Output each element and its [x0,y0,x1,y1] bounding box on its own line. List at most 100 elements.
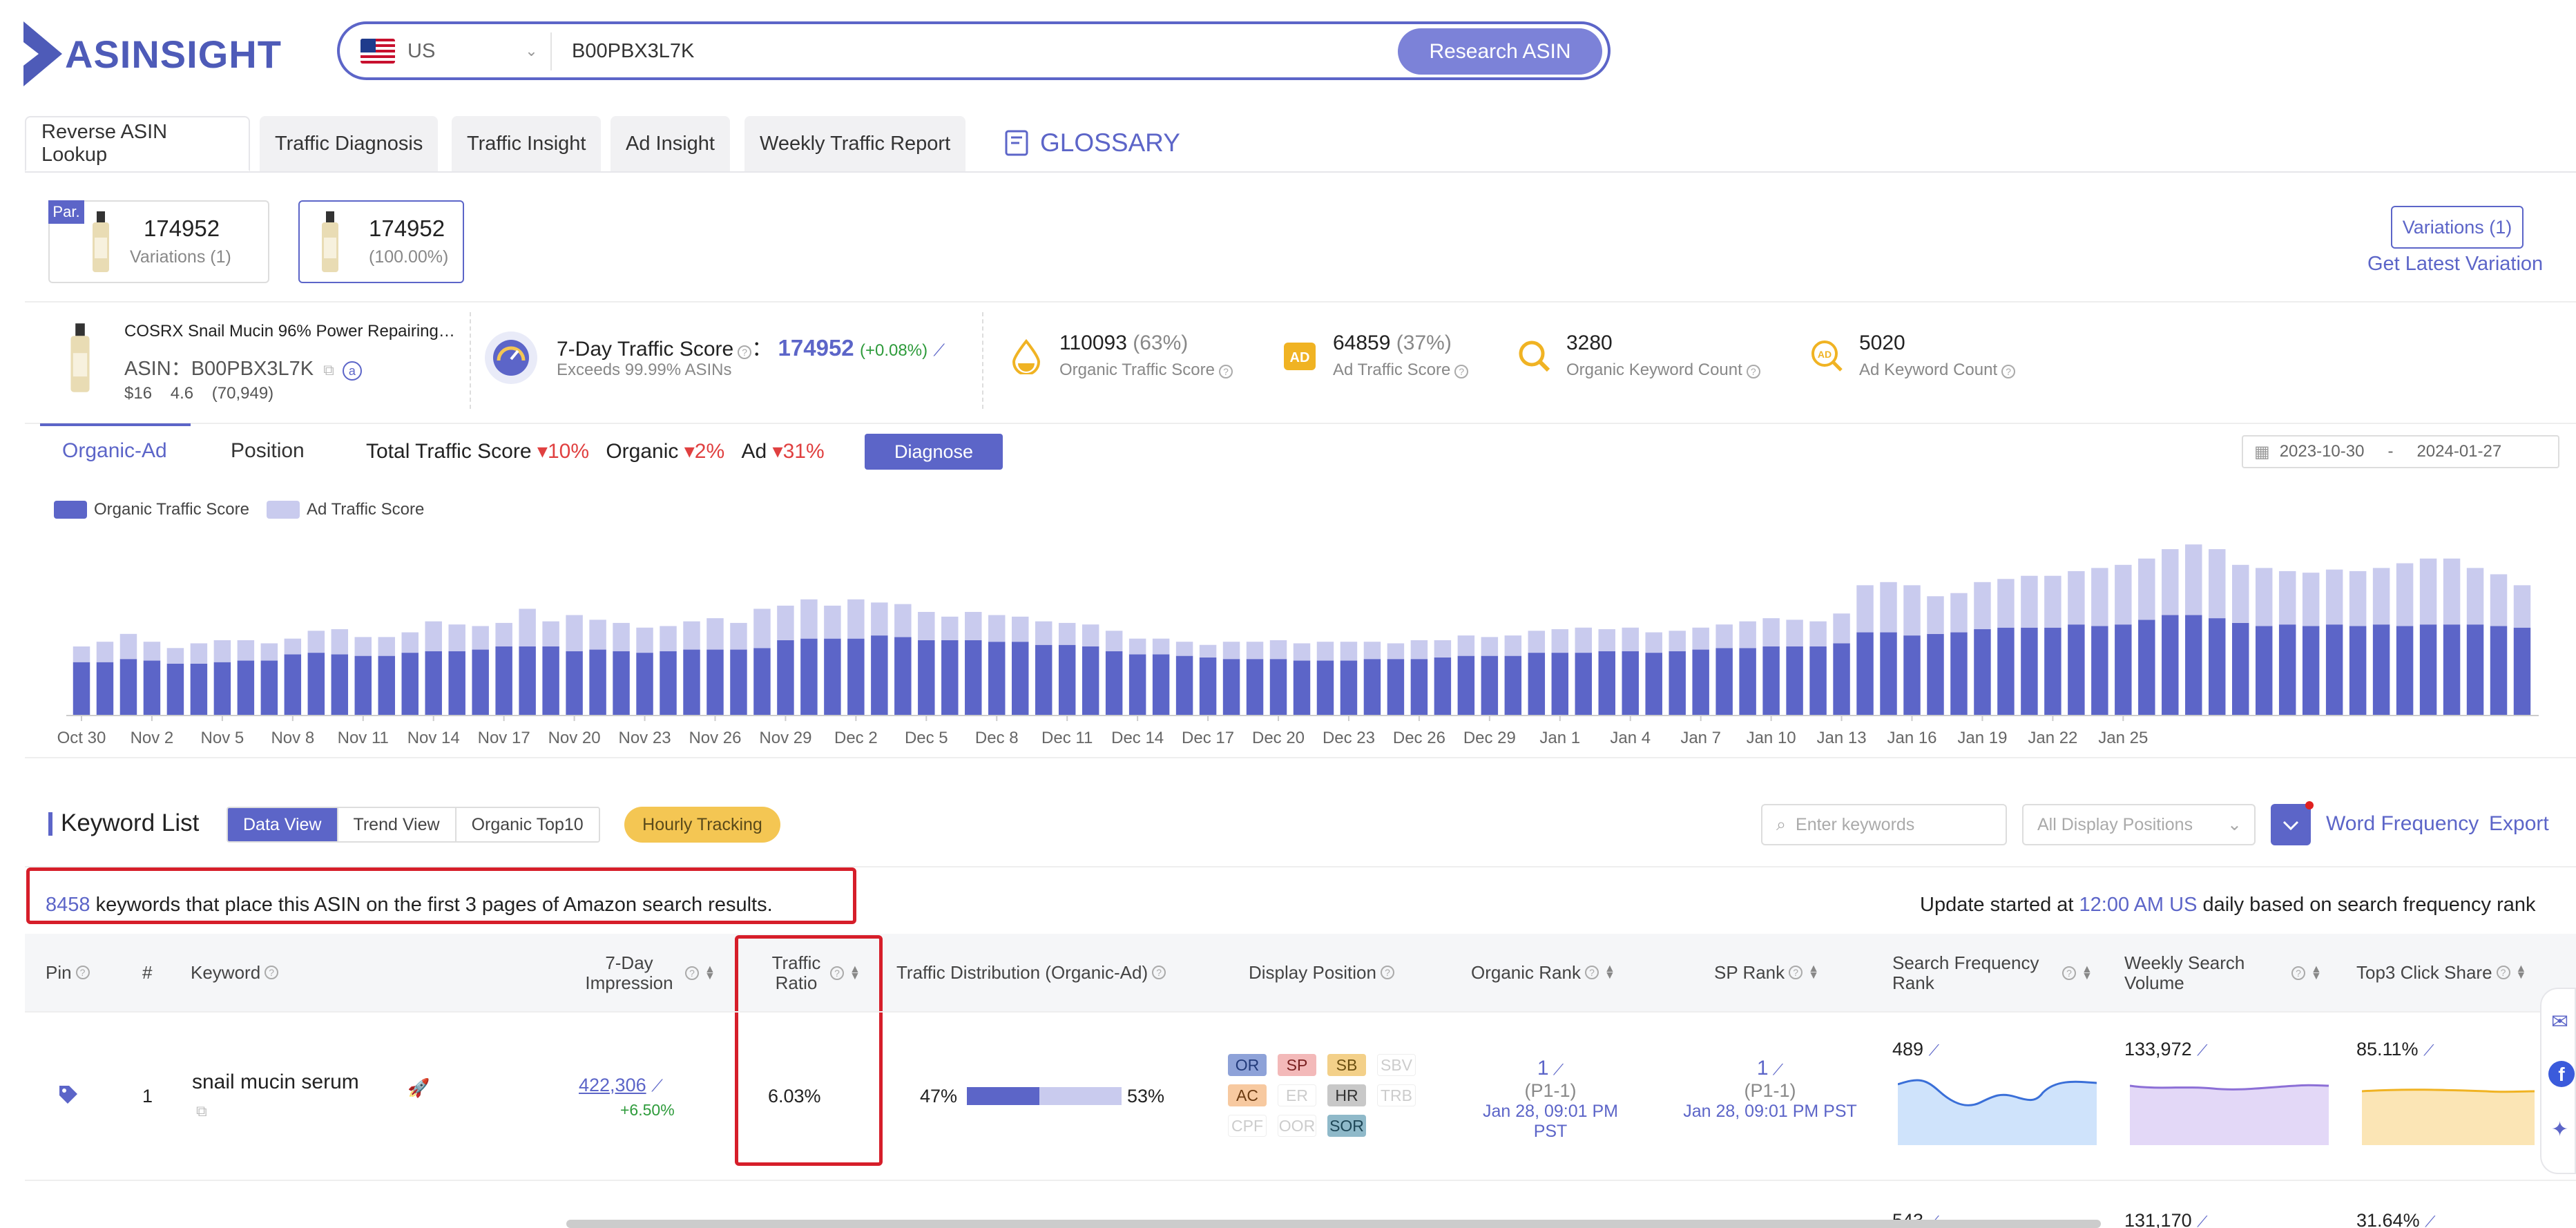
bar-ad[interactable] [1715,624,1733,649]
bar-ad[interactable] [213,640,231,662]
bar-organic[interactable] [1246,659,1264,716]
bar-organic[interactable] [2068,624,2085,716]
bar-organic[interactable] [425,651,442,716]
bar-organic[interactable] [2372,624,2390,716]
bar-organic[interactable] [1340,660,1358,716]
bar-ad[interactable] [1880,582,1897,633]
bar-ad[interactable] [425,621,442,651]
bar-organic[interactable] [1645,653,1662,716]
bar-ad[interactable] [2443,558,2461,625]
bar-ad[interactable] [847,599,865,639]
bar-ad[interactable] [2209,549,2226,619]
bar-ad[interactable] [448,624,465,651]
bar-organic[interactable] [1269,659,1287,716]
bar-organic[interactable] [2513,627,2531,716]
bar-ad[interactable] [2490,574,2508,626]
bar-organic[interactable] [941,640,959,716]
help-icon[interactable]: ? [1380,966,1394,980]
bar-ad[interactable] [1246,642,1264,660]
bar-ad[interactable] [1269,640,1287,660]
sort-icon[interactable]: ▲ ▼ [704,963,715,981]
bar-organic[interactable] [2278,624,2296,716]
bar-organic[interactable] [1880,632,1897,716]
bar-organic[interactable] [824,638,841,716]
bar-ad[interactable] [542,621,559,646]
bar-organic[interactable] [401,653,419,716]
bar-ad[interactable] [918,612,935,640]
bar-organic[interactable] [2255,626,2273,716]
bar-ad[interactable] [1504,635,1522,656]
bar-ad[interactable] [777,605,794,640]
bar-ad[interactable] [284,638,302,655]
word-frequency-link[interactable]: Word Frequency [2326,812,2479,836]
bar-ad[interactable] [636,627,653,653]
bar-ad[interactable] [237,640,255,661]
bar-ad[interactable] [894,604,912,637]
sort-icon[interactable]: ▲ ▼ [1808,963,1819,981]
bar-ad[interactable] [2115,564,2132,625]
bar-ad[interactable] [1293,643,1311,661]
bar-organic[interactable] [1504,655,1522,716]
bar-ad[interactable] [96,642,114,662]
help-icon[interactable]: ? [1789,966,1803,980]
bar-ad[interactable] [1058,622,1076,645]
bar-organic[interactable] [354,655,372,716]
trend-chart-icon[interactable]: ⟋ [2423,1042,2434,1059]
bar-ad[interactable] [1645,632,1662,653]
bar-organic[interactable] [1692,649,1709,716]
impression-value[interactable]: 422,306 [579,1075,646,1095]
bar-organic[interactable] [284,654,302,716]
tab-reverse-asin-lookup[interactable]: Reverse ASIN Lookup [25,116,250,171]
col-sp-rank[interactable]: SP Rank? ▲ ▼ [1714,963,1819,983]
bar-ad[interactable] [2138,558,2155,620]
bar-ad[interactable] [730,622,747,650]
bar-ad[interactable] [1105,631,1123,651]
bar-organic[interactable] [800,638,818,716]
organic-top10-button[interactable]: Organic Top10 [456,808,599,841]
variations-button[interactable]: Variations (1) [2391,206,2524,249]
bar-ad[interactable] [1598,629,1615,651]
bar-ad[interactable] [1551,629,1569,653]
bar-organic[interactable] [1481,655,1499,716]
bar-organic[interactable] [73,662,90,716]
bar-organic[interactable] [1715,648,1733,716]
bar-organic[interactable] [307,653,325,716]
bar-organic[interactable] [589,649,606,716]
bar-organic[interactable] [1128,654,1146,716]
facebook-icon[interactable]: f [2548,1061,2575,1087]
bar-ad[interactable] [1222,642,1240,660]
bar-organic[interactable] [96,662,114,716]
bar-ad[interactable] [354,637,372,656]
help-icon[interactable]: ? [1152,966,1166,980]
bar-ad[interactable] [166,648,184,664]
bar-organic[interactable] [448,651,465,716]
sort-icon[interactable]: ▲ ▼ [2311,963,2322,981]
child-variation-card[interactable]: 174952 (100.00%) [298,200,464,283]
asin-input[interactable] [572,37,1366,66]
bar-ad[interactable] [2021,575,2038,628]
bar-organic[interactable] [237,660,255,716]
bar-organic[interactable] [1598,651,1615,716]
help-icon[interactable]: ? [1218,365,1233,378]
bar-organic[interactable] [1856,632,1874,716]
bar-organic[interactable] [2209,618,2226,716]
mail-icon[interactable]: ✉ [2551,1010,2568,1034]
bar-ad[interactable] [2325,569,2343,625]
bar-organic[interactable] [213,662,231,716]
trend-view-button[interactable]: Trend View [338,808,456,841]
get-latest-variation-link[interactable]: Get Latest Variation [2367,253,2543,276]
bar-ad[interactable] [1739,621,1756,649]
bar-organic[interactable] [1011,642,1029,716]
help-icon[interactable]: ? [1584,966,1599,980]
help-icon[interactable]: ? [685,966,699,980]
col-weekly-search-volume[interactable]: Weekly Search Volume? ▲ ▼ [2124,953,2322,992]
bar-ad[interactable] [378,637,395,656]
bar-organic[interactable] [519,646,536,716]
bar-organic[interactable] [1762,646,1780,716]
bar-ad[interactable] [566,615,583,651]
bar-ad[interactable] [965,612,982,640]
bar-ad[interactable] [2278,570,2296,625]
bar-ad[interactable] [2372,568,2390,625]
bar-ad[interactable] [1434,640,1452,658]
col-organic-rank[interactable]: Organic Rank? ▲ ▼ [1471,963,1615,983]
